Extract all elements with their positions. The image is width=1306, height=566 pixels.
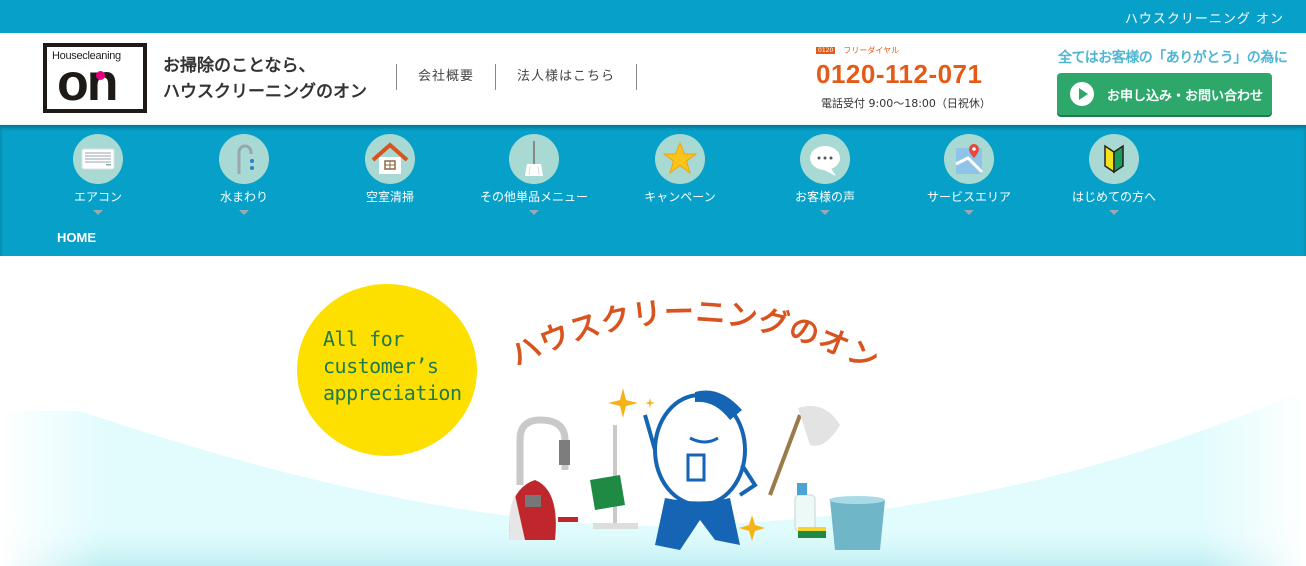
nav-item-vacancy[interactable]: 空室清掃 (330, 134, 450, 205)
nav-item-first-time[interactable]: はじめての方へ (1054, 134, 1174, 215)
nav-item-other-menu[interactable]: その他単品メニュー (474, 134, 594, 215)
site-name: ハウスクリーニング オン (1124, 12, 1284, 27)
header: Housecleaning on お掃除のことなら、 ハウスクリーニングのオン … (0, 33, 1306, 125)
badge-line3: appreciation (323, 381, 462, 405)
hero-title-text: ハウスクリーニングのオン (510, 295, 880, 376)
top-bar: ハウスクリーニング オン (0, 0, 1306, 33)
nav-label: 空室清掃 (365, 190, 414, 204)
contact-button-label: お申し込み・お問い合わせ (1107, 88, 1264, 104)
free-dial-label: フリーダイヤル (843, 46, 900, 55)
nav-item-service-area[interactable]: サービスエリア (909, 134, 1029, 215)
chevron-down-icon[interactable] (239, 210, 249, 215)
header-links: 会社概要 法人様はこちら (396, 64, 638, 90)
map-icon (944, 134, 994, 184)
svg-text:ハウスクリーニングのオン: ハウスクリーニングのオン (510, 295, 880, 376)
nav-item-water[interactable]: 水まわり (184, 134, 304, 215)
chevron-down-icon[interactable] (820, 210, 830, 215)
slogan: 全てはお客様の「ありがとう」の為に (1058, 50, 1288, 66)
nav-label: キャンペーン (644, 190, 716, 204)
logo-dot-icon (96, 71, 105, 80)
spray-bottle-icon (794, 483, 826, 538)
hero-banner: All for customer’s appreciation ハウスクリーニン… (0, 256, 1306, 566)
breadcrumb-home[interactable]: HOME (57, 230, 96, 245)
badge-text: All for customer’s appreciation (323, 326, 462, 407)
nav-label: 水まわり (219, 190, 268, 204)
nav-item-aircon[interactable]: エアコン (38, 134, 158, 215)
speech-bubble-icon (800, 134, 850, 184)
nav-item-campaign[interactable]: キャンペーン (620, 134, 740, 205)
bucket-icon (829, 496, 885, 550)
logo[interactable]: Housecleaning on (43, 43, 147, 113)
mop-icon (768, 406, 840, 496)
star-icon (655, 134, 705, 184)
appreciation-badge: All for customer’s appreciation (297, 284, 477, 456)
chevron-down-icon[interactable] (964, 210, 974, 215)
chevron-down-icon[interactable] (93, 210, 103, 215)
nav-label: エアコン (73, 190, 122, 204)
hero-title: ハウスクリーニングのオン (510, 295, 880, 376)
chevron-down-icon[interactable] (1109, 210, 1119, 215)
phone-hours: 電話受付 9:00〜18:00（日祝休） (821, 97, 991, 110)
tagline-line2: ハウスクリーニングのオン (163, 82, 367, 102)
nav-label: はじめての方へ (1071, 190, 1156, 204)
chevron-down-icon[interactable] (529, 210, 539, 215)
company-profile-link[interactable]: 会社概要 (396, 64, 495, 90)
nav-label: サービスエリア (926, 190, 1011, 204)
corporate-link[interactable]: 法人様はこちら (495, 64, 638, 90)
main-nav: エアコン 水まわり 空室清掃 その他単品メニュー キャンペーン お客様の声 サー… (0, 125, 1306, 256)
house-icon (365, 134, 415, 184)
nav-label: お客様の声 (794, 190, 855, 204)
play-icon (1070, 82, 1094, 106)
air-conditioner-icon (73, 134, 123, 184)
nav-item-voices[interactable]: お客様の声 (765, 134, 885, 215)
beginner-mark-icon (1089, 134, 1139, 184)
vacuum-icon (509, 416, 578, 540)
floor-wiper-icon (590, 425, 638, 529)
phone-box: 0120 フリーダイヤル 0120-112-071 電話受付 9:00〜18:0… (816, 40, 1006, 111)
mascot-icon (643, 390, 758, 550)
logo-big-text: on (57, 54, 119, 112)
contact-button[interactable]: お申し込み・お問い合わせ (1057, 73, 1272, 115)
badge-line2: customer’s (323, 354, 439, 378)
faucet-icon (219, 134, 269, 184)
badge-line1: All for (323, 327, 404, 351)
free-dial-icon: 0120 (816, 47, 836, 54)
tagline-line1: お掃除のことなら、 (163, 56, 316, 76)
broom-icon (509, 134, 559, 184)
phone-number[interactable]: 0120-112-071 (816, 59, 1006, 89)
tagline: お掃除のことなら、 ハウスクリーニングのオン (163, 53, 367, 105)
cleaning-illustration (509, 388, 885, 550)
nav-label: その他単品メニュー (479, 190, 588, 204)
